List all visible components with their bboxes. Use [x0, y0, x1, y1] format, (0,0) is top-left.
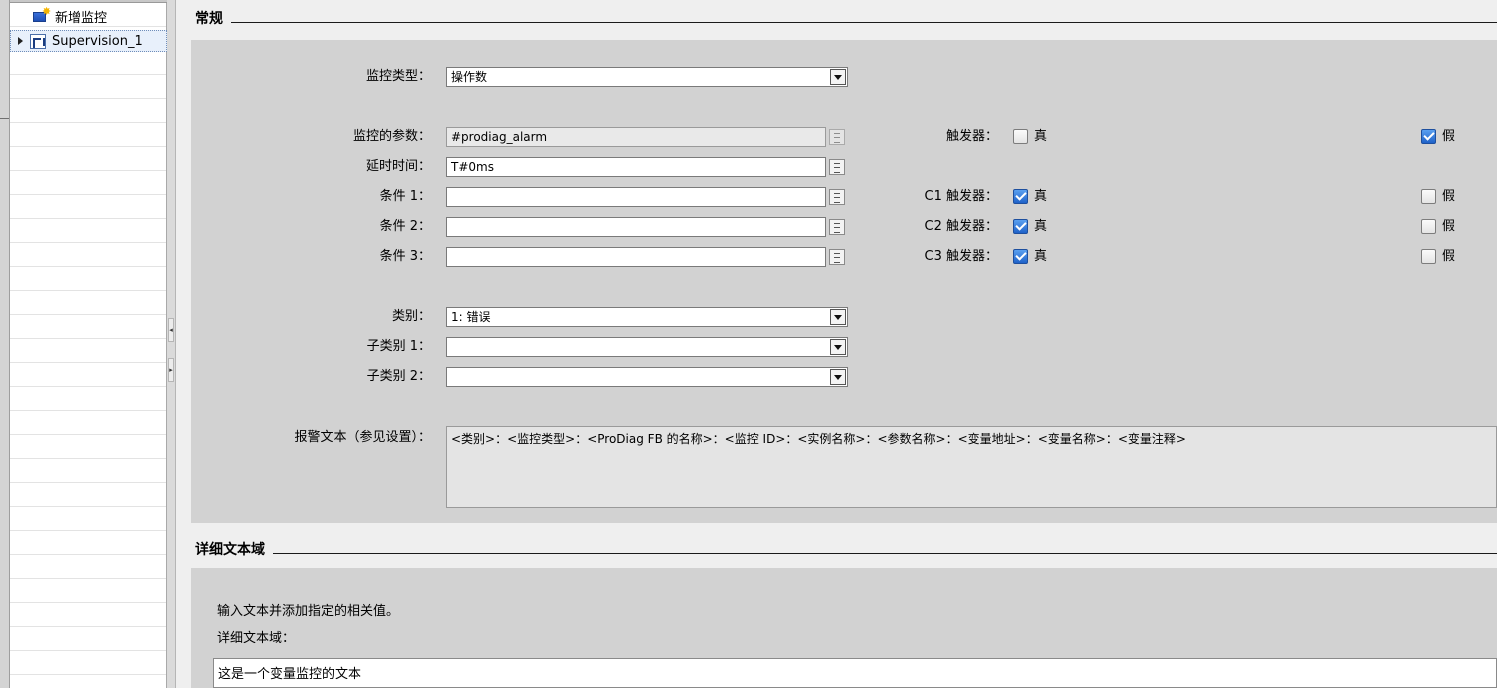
section-header-general: 常规	[195, 8, 1497, 28]
detail-field-label: 详细文本域：	[217, 631, 296, 646]
expand-arrow-icon[interactable]	[18, 37, 23, 45]
chevron-down-icon[interactable]	[830, 339, 846, 355]
c3-true-checkbox[interactable]	[1013, 249, 1028, 264]
supervision-editor: ✸ 新增监控 Supervision_1 ◂ ▸ 常规 监控类型： 操作数 监控…	[0, 0, 1497, 688]
category-label: 类别：	[391, 309, 431, 324]
c1-false-checkbox[interactable]	[1421, 189, 1436, 204]
param-label: 监控的参数：	[352, 129, 431, 144]
select-value: 1: 错误	[451, 310, 491, 324]
condition-1-label: 条件 1：	[379, 189, 431, 204]
alarm-text-label: 报警文本（参见设置）：	[294, 430, 431, 445]
section-title: 详细文本域	[195, 542, 265, 558]
section-title: 常规	[195, 11, 223, 27]
subcategory-2-select[interactable]	[446, 367, 848, 387]
trigger-label: 触发器：	[945, 129, 998, 144]
tree-item-label: 新增监控	[55, 10, 108, 26]
chevron-down-icon[interactable]	[830, 69, 846, 85]
select-value: 操作数	[451, 70, 488, 84]
detail-text-field[interactable]: 这是一个变量监控的文本	[213, 658, 1497, 688]
c2-false-checkbox[interactable]	[1421, 219, 1436, 234]
section-divider	[273, 552, 1497, 554]
c3-true-label: 真	[1034, 249, 1048, 264]
c1-true-checkbox[interactable]	[1013, 189, 1028, 204]
alarm-text-value: <类别>：<监控类型>：<ProDiag FB 的名称>：<监控 ID>：<实例…	[451, 432, 1186, 446]
detail-hint-text: 输入文本并添加指定的相关值。	[217, 604, 400, 619]
panel-splitter[interactable]: ◂ ▸	[167, 0, 176, 688]
section-header-detail: 详细文本域	[195, 539, 1497, 559]
edge-marker	[0, 118, 9, 119]
delay-picker-icon[interactable]	[829, 159, 845, 175]
trigger-true-checkbox[interactable]	[1013, 129, 1028, 144]
properties-area: 常规 监控类型： 操作数 监控的参数： #prodiag_alarm 延时时间：…	[176, 0, 1497, 688]
field-value: #prodiag_alarm	[451, 130, 548, 144]
left-edge-strip	[0, 0, 10, 688]
subcategory-2-label: 子类别 2：	[366, 369, 431, 384]
trigger-false-checkbox[interactable]	[1421, 129, 1436, 144]
general-panel: 监控类型： 操作数 监控的参数： #prodiag_alarm 延时时间： T#…	[191, 40, 1497, 523]
detail-panel: 输入文本并添加指定的相关值。 详细文本域： 这是一个变量监控的文本	[191, 568, 1497, 688]
chevron-down-icon[interactable]	[830, 309, 846, 325]
c3-false-label: 假	[1442, 249, 1456, 264]
c2-false-label: 假	[1442, 219, 1456, 234]
add-supervision-icon: ✸	[32, 5, 51, 23]
c3-false-checkbox[interactable]	[1421, 249, 1436, 264]
detail-text-value: 这是一个变量监控的文本	[218, 667, 362, 682]
tree-item-label: Supervision_1	[52, 33, 143, 49]
expand-right-icon[interactable]: ▸	[168, 358, 174, 382]
type-label: 监控类型：	[365, 69, 431, 84]
chevron-down-icon[interactable]	[830, 369, 846, 385]
collapse-left-icon[interactable]: ◂	[168, 318, 174, 342]
delay-field[interactable]: T#0ms	[446, 157, 826, 177]
c1-false-label: 假	[1442, 189, 1456, 204]
subcategory-1-select[interactable]	[446, 337, 848, 357]
supervision-icon	[30, 33, 46, 49]
condition-2-label: 条件 2：	[379, 219, 431, 234]
trigger-true-label: 真	[1034, 129, 1048, 144]
c2-true-label: 真	[1034, 219, 1048, 234]
delay-label: 延时时间：	[365, 159, 431, 174]
c2-true-checkbox[interactable]	[1013, 219, 1028, 234]
subcategory-1-label: 子类别 1：	[366, 339, 431, 354]
trigger-false-label: 假	[1442, 129, 1456, 144]
alarm-text-area[interactable]: <类别>：<监控类型>：<ProDiag FB 的名称>：<监控 ID>：<实例…	[446, 426, 1497, 508]
category-select[interactable]: 1: 错误	[446, 307, 848, 327]
c3-trigger-label: C3 触发器：	[924, 249, 998, 264]
field-value: T#0ms	[451, 160, 494, 174]
tree-item-add-supervision[interactable]: ✸ 新增监控	[10, 5, 167, 27]
supervision-tree: ✸ 新增监控 Supervision_1	[10, 3, 167, 688]
condition-3-label: 条件 3：	[379, 249, 431, 264]
c1-true-label: 真	[1034, 189, 1048, 204]
c1-trigger-label: C1 触发器：	[924, 189, 998, 204]
tree-item-supervision-1[interactable]: Supervision_1	[10, 30, 167, 52]
c2-trigger-label: C2 触发器：	[924, 219, 998, 234]
supervision-type-select[interactable]: 操作数	[446, 67, 848, 87]
section-divider	[231, 21, 1497, 23]
